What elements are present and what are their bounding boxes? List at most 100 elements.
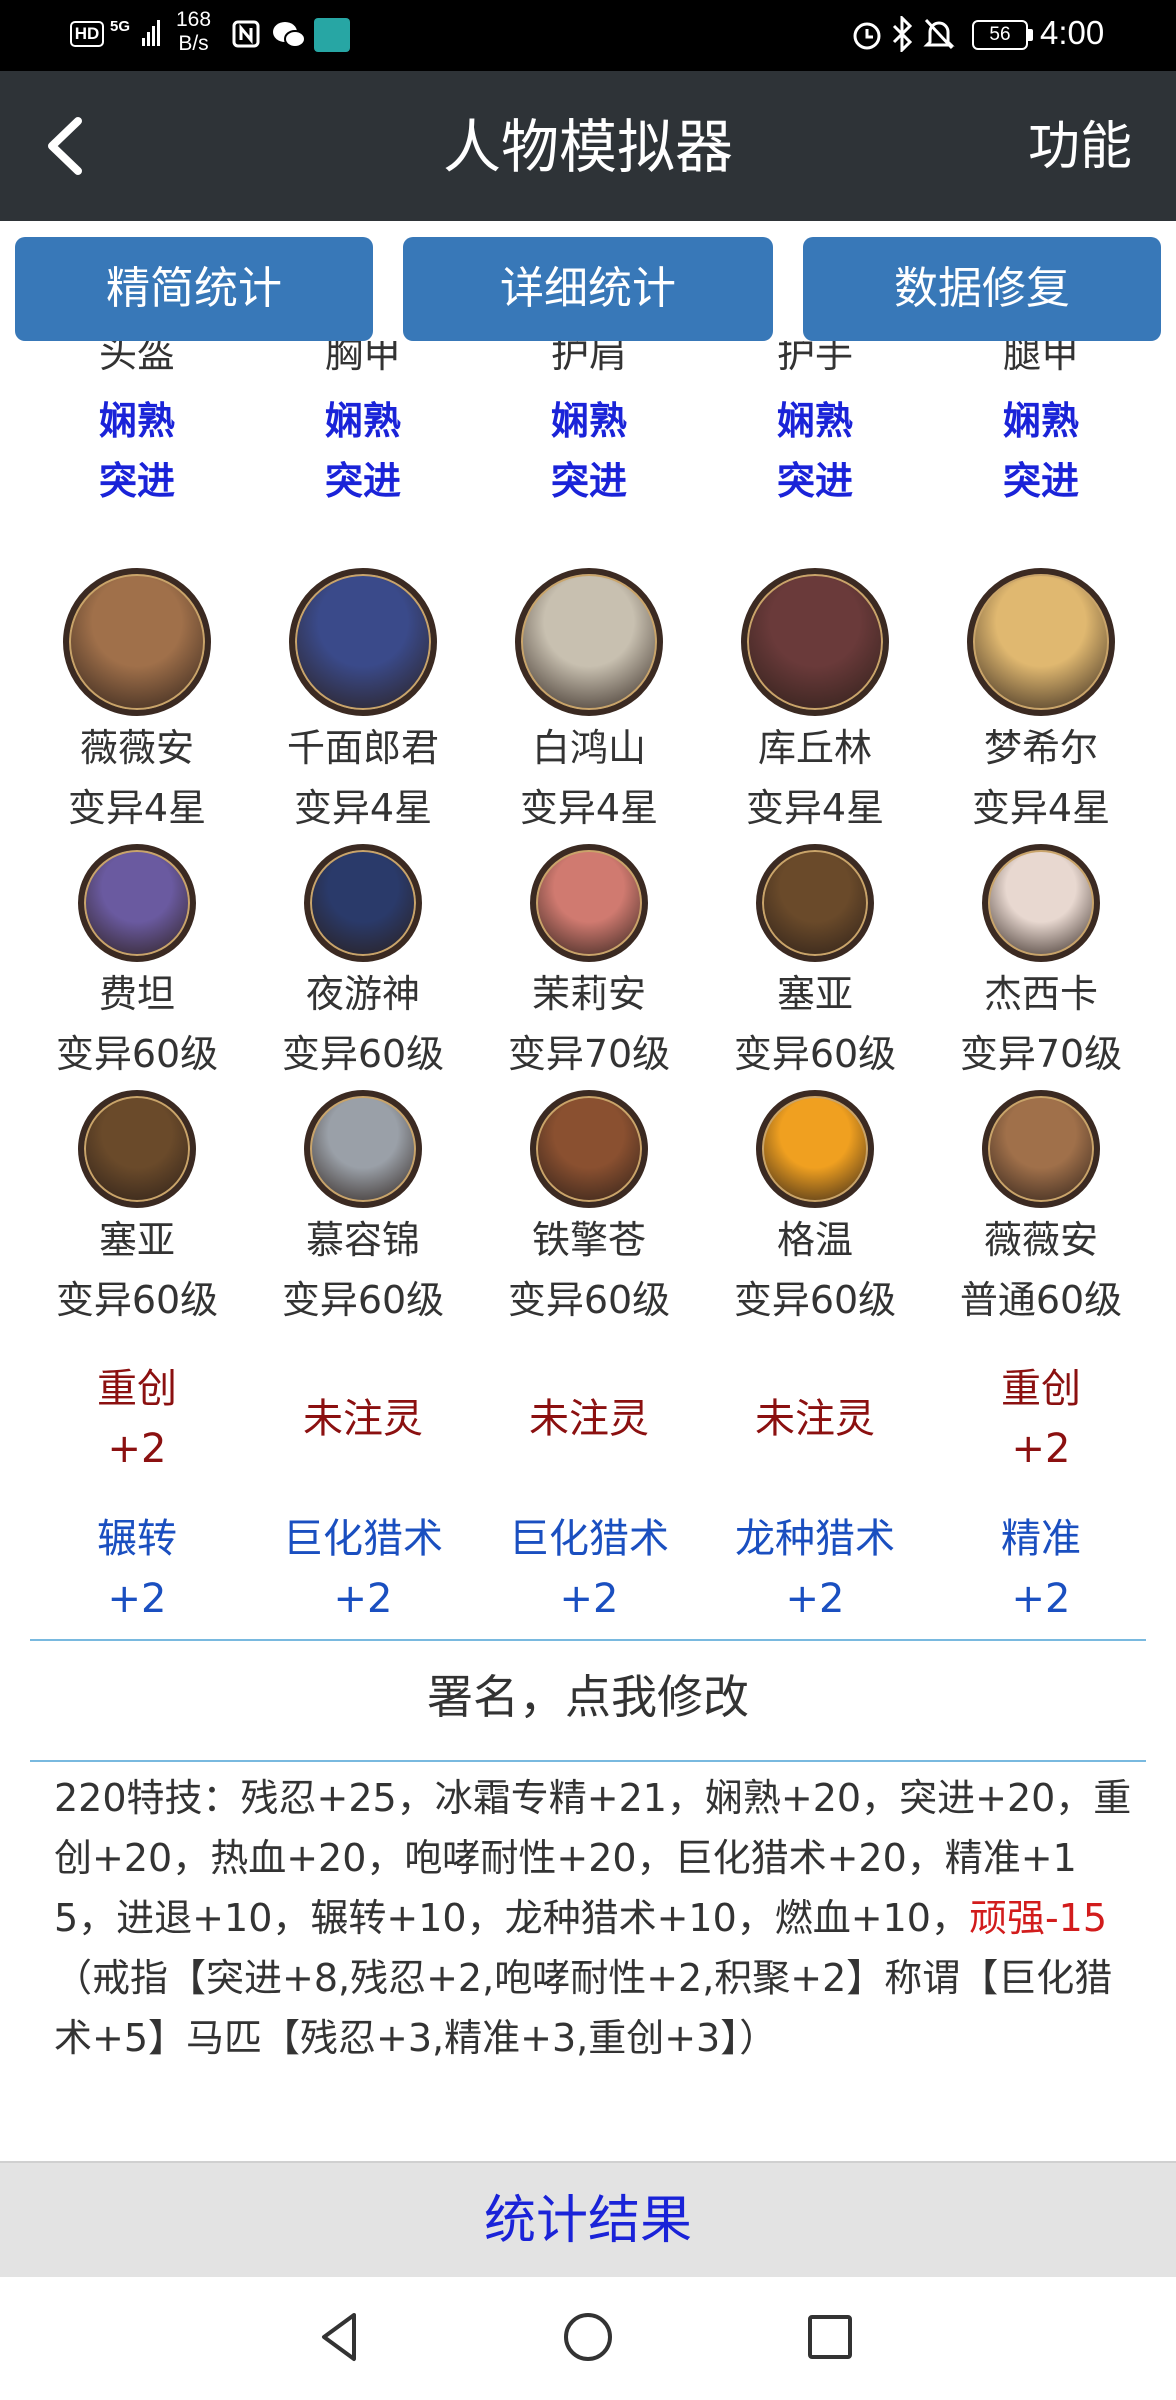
soldier-name: 费坦	[98, 972, 175, 1016]
spirit-cell[interactable]: 未注灵	[702, 1389, 928, 1449]
speed-unit: B/s	[178, 32, 209, 55]
general-avatar[interactable]	[741, 568, 889, 716]
soldier-info: 铁擎苍 变异60级	[476, 1210, 702, 1330]
simple-stats-button[interactable]: 精简统计	[15, 237, 373, 341]
general-level: 变异4星	[971, 786, 1111, 830]
soldier-name: 夜游神	[305, 972, 420, 1016]
soldier-avatar[interactable]	[982, 1090, 1100, 1208]
equip-gem[interactable]: 娴熟 突进	[928, 391, 1154, 511]
general-name: 梦希尔	[983, 726, 1098, 770]
skill-name: 精准	[1001, 1516, 1081, 1562]
soldier-avatar[interactable]	[530, 844, 648, 962]
nav-recent-icon[interactable]	[800, 2307, 860, 2367]
spirit-name: 重创	[1001, 1366, 1081, 1412]
soldier-name: 杰西卡	[983, 972, 1098, 1016]
general-info: 库丘林 变异4星	[702, 718, 928, 838]
skill-cell[interactable]: 辗转 +2	[24, 1509, 250, 1629]
equip-slot: 护手	[776, 341, 853, 376]
skills-summary: 220特技：残忍+25，冰霜专精+21，娴熟+20，突进+20，重创+20，热血…	[54, 1768, 1134, 2068]
gem-line2: 突进	[550, 459, 627, 503]
soldier-info: 茉莉安 变异70级	[476, 964, 702, 1084]
gem-line2: 突进	[776, 459, 853, 503]
equip-slot: 头盔	[98, 341, 175, 376]
bluetooth-icon	[892, 16, 913, 52]
soldier-avatar[interactable]	[304, 844, 422, 962]
spirit-cell[interactable]: 未注灵	[476, 1389, 702, 1449]
soldier-info: 慕容锦 变异60级	[250, 1210, 476, 1330]
battery-tip	[1028, 29, 1033, 41]
data-repair-button[interactable]: 数据修复	[803, 237, 1161, 341]
general-info: 白鸿山 变异4星	[476, 718, 702, 838]
spirit-value: +2	[107, 1426, 167, 1472]
gem-line1: 娴熟	[98, 399, 175, 443]
soldier-avatar[interactable]	[78, 844, 196, 962]
spirit-cell[interactable]: 重创 +2	[24, 1359, 250, 1479]
skills-summary-negative: 顽强-15	[968, 1896, 1108, 1940]
nav-back-icon[interactable]	[310, 2307, 370, 2367]
nav-home-icon[interactable]	[558, 2307, 618, 2367]
soldier-avatar[interactable]	[304, 1090, 422, 1208]
gem-line1: 娴熟	[550, 399, 627, 443]
general-avatar[interactable]	[515, 568, 663, 716]
general-info: 千面郎君 变异4星	[250, 718, 476, 838]
soldier-info: 塞亚 变异60级	[702, 964, 928, 1084]
general-name: 库丘林	[757, 726, 872, 770]
network-type: 5G	[110, 18, 131, 35]
equip-slot: 腿甲	[1002, 341, 1079, 376]
general-name: 薇薇安	[79, 726, 194, 770]
character-content[interactable]: 头盔 胸甲 护肩 护手 腿甲 娴熟 突进 娴熟 突进 娴熟 突进 娴熟 突进 娴…	[0, 341, 1176, 2161]
soldier-avatar[interactable]	[530, 1090, 648, 1208]
soldier-name: 薇薇安	[983, 1218, 1098, 1262]
skill-name: 巨化猎术	[283, 1516, 443, 1562]
network-speed: 168 B/s	[176, 8, 211, 56]
soldier-level: 变异60级	[733, 1032, 897, 1076]
equip-gem[interactable]: 娴熟 突进	[250, 391, 476, 511]
equip-gem[interactable]: 娴熟 突进	[702, 391, 928, 511]
spirit-cell[interactable]: 重创 +2	[928, 1359, 1154, 1479]
soldier-level: 变异60级	[281, 1032, 445, 1076]
general-avatar[interactable]	[289, 568, 437, 716]
title-bar: 人物模拟器 功能	[0, 71, 1176, 221]
general-level: 变异4星	[519, 786, 659, 830]
general-info: 薇薇安 变异4星	[24, 718, 250, 838]
page-title: 人物模拟器	[442, 113, 733, 181]
general-avatar[interactable]	[967, 568, 1115, 716]
soldier-level: 变异60级	[55, 1032, 219, 1076]
soldier-name: 铁擎苍	[531, 1218, 646, 1262]
gem-line1: 娴熟	[1002, 399, 1079, 443]
equip-slot: 护肩	[550, 341, 627, 376]
skill-cell[interactable]: 巨化猎术 +2	[476, 1509, 702, 1629]
status-bar: HD 5G 168 B/s 56 4:00	[0, 0, 1176, 71]
skill-value: +2	[333, 1576, 393, 1622]
skill-name: 龙种猎术	[735, 1516, 895, 1562]
spirit-name: 未注灵	[303, 1396, 423, 1442]
general-avatar[interactable]	[63, 568, 211, 716]
spirit-value: +2	[1011, 1426, 1071, 1472]
soldier-avatar[interactable]	[756, 1090, 874, 1208]
soldier-avatar[interactable]	[756, 844, 874, 962]
soldier-level: 变异60级	[281, 1278, 445, 1322]
skill-value: +2	[785, 1576, 845, 1622]
spirit-name: 未注灵	[529, 1396, 649, 1442]
soldier-info: 夜游神 变异60级	[250, 964, 476, 1084]
function-menu-button[interactable]: 功能	[1028, 107, 1132, 187]
detailed-stats-button[interactable]: 详细统计	[403, 237, 773, 341]
wechat-icon	[273, 22, 306, 48]
equip-gem[interactable]: 娴熟 突进	[24, 391, 250, 511]
skill-value: +2	[107, 1576, 167, 1622]
soldier-avatar[interactable]	[982, 844, 1100, 962]
soldier-avatar[interactable]	[78, 1090, 196, 1208]
equip-gem[interactable]: 娴熟 突进	[476, 391, 702, 511]
signature-edit[interactable]: 署名，点我修改	[0, 1661, 1176, 1733]
skill-cell[interactable]: 巨化猎术 +2	[250, 1509, 476, 1629]
gem-line1: 娴熟	[324, 399, 401, 443]
skill-value: +2	[559, 1576, 619, 1622]
skill-cell[interactable]: 龙种猎术 +2	[702, 1509, 928, 1629]
general-name: 白鸿山	[531, 726, 646, 770]
spirit-cell[interactable]: 未注灵	[250, 1389, 476, 1449]
general-level: 变异4星	[67, 786, 207, 830]
soldier-level: 变异60级	[733, 1278, 897, 1322]
stats-result-button[interactable]: 统计结果	[0, 2161, 1176, 2277]
general-level: 变异4星	[293, 786, 433, 830]
skill-cell[interactable]: 精准 +2	[928, 1509, 1154, 1629]
